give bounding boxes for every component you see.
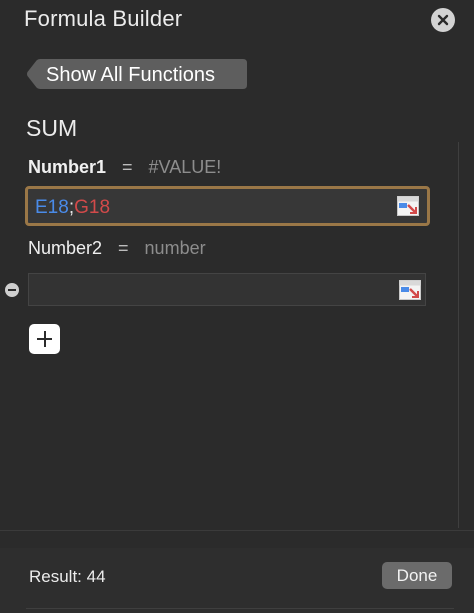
function-name: SUM	[26, 115, 78, 141]
argument-value-preview: number	[144, 238, 206, 258]
cell-reference-icon[interactable]	[397, 196, 419, 216]
remove-argument-button[interactable]	[5, 283, 19, 297]
cell-reference-b: G18	[74, 197, 111, 218]
footer: Result: 44 Done	[0, 548, 474, 613]
header: Formula Builder	[0, 0, 474, 40]
panel-title: Formula Builder	[24, 6, 183, 31]
show-all-functions-label: Show All Functions	[46, 64, 215, 86]
argument-value-preview: #VALUE!	[148, 157, 222, 177]
cell-reference-a: E18	[35, 197, 69, 218]
formula-builder-panel: Formula Builder Show All Functions SUM N…	[0, 0, 474, 613]
number2-input[interactable]	[28, 273, 426, 306]
cell-reference-icon[interactable]	[399, 280, 421, 300]
show-all-functions-button[interactable]: Show All Functions	[26, 58, 248, 90]
scrollbar-track[interactable]	[458, 142, 459, 528]
add-argument-button[interactable]	[29, 324, 60, 354]
footer-bottom-line	[26, 608, 454, 609]
number1-input[interactable]: E18;G18	[25, 186, 430, 226]
argument-equals: =	[118, 238, 129, 258]
close-button[interactable]	[431, 8, 455, 32]
footer-divider	[0, 530, 474, 531]
argument-label-number1: Number1 = #VALUE!	[28, 157, 221, 178]
argument-name: Number2	[28, 238, 103, 258]
argument-name: Number1	[28, 157, 107, 177]
done-button[interactable]: Done	[382, 562, 452, 589]
result-text: Result: 44	[29, 567, 106, 586]
argument-equals: =	[122, 157, 133, 177]
argument-label-number2: Number2 = number	[28, 238, 206, 259]
close-icon	[437, 14, 449, 26]
number1-input-text: E18;G18	[35, 197, 110, 219]
